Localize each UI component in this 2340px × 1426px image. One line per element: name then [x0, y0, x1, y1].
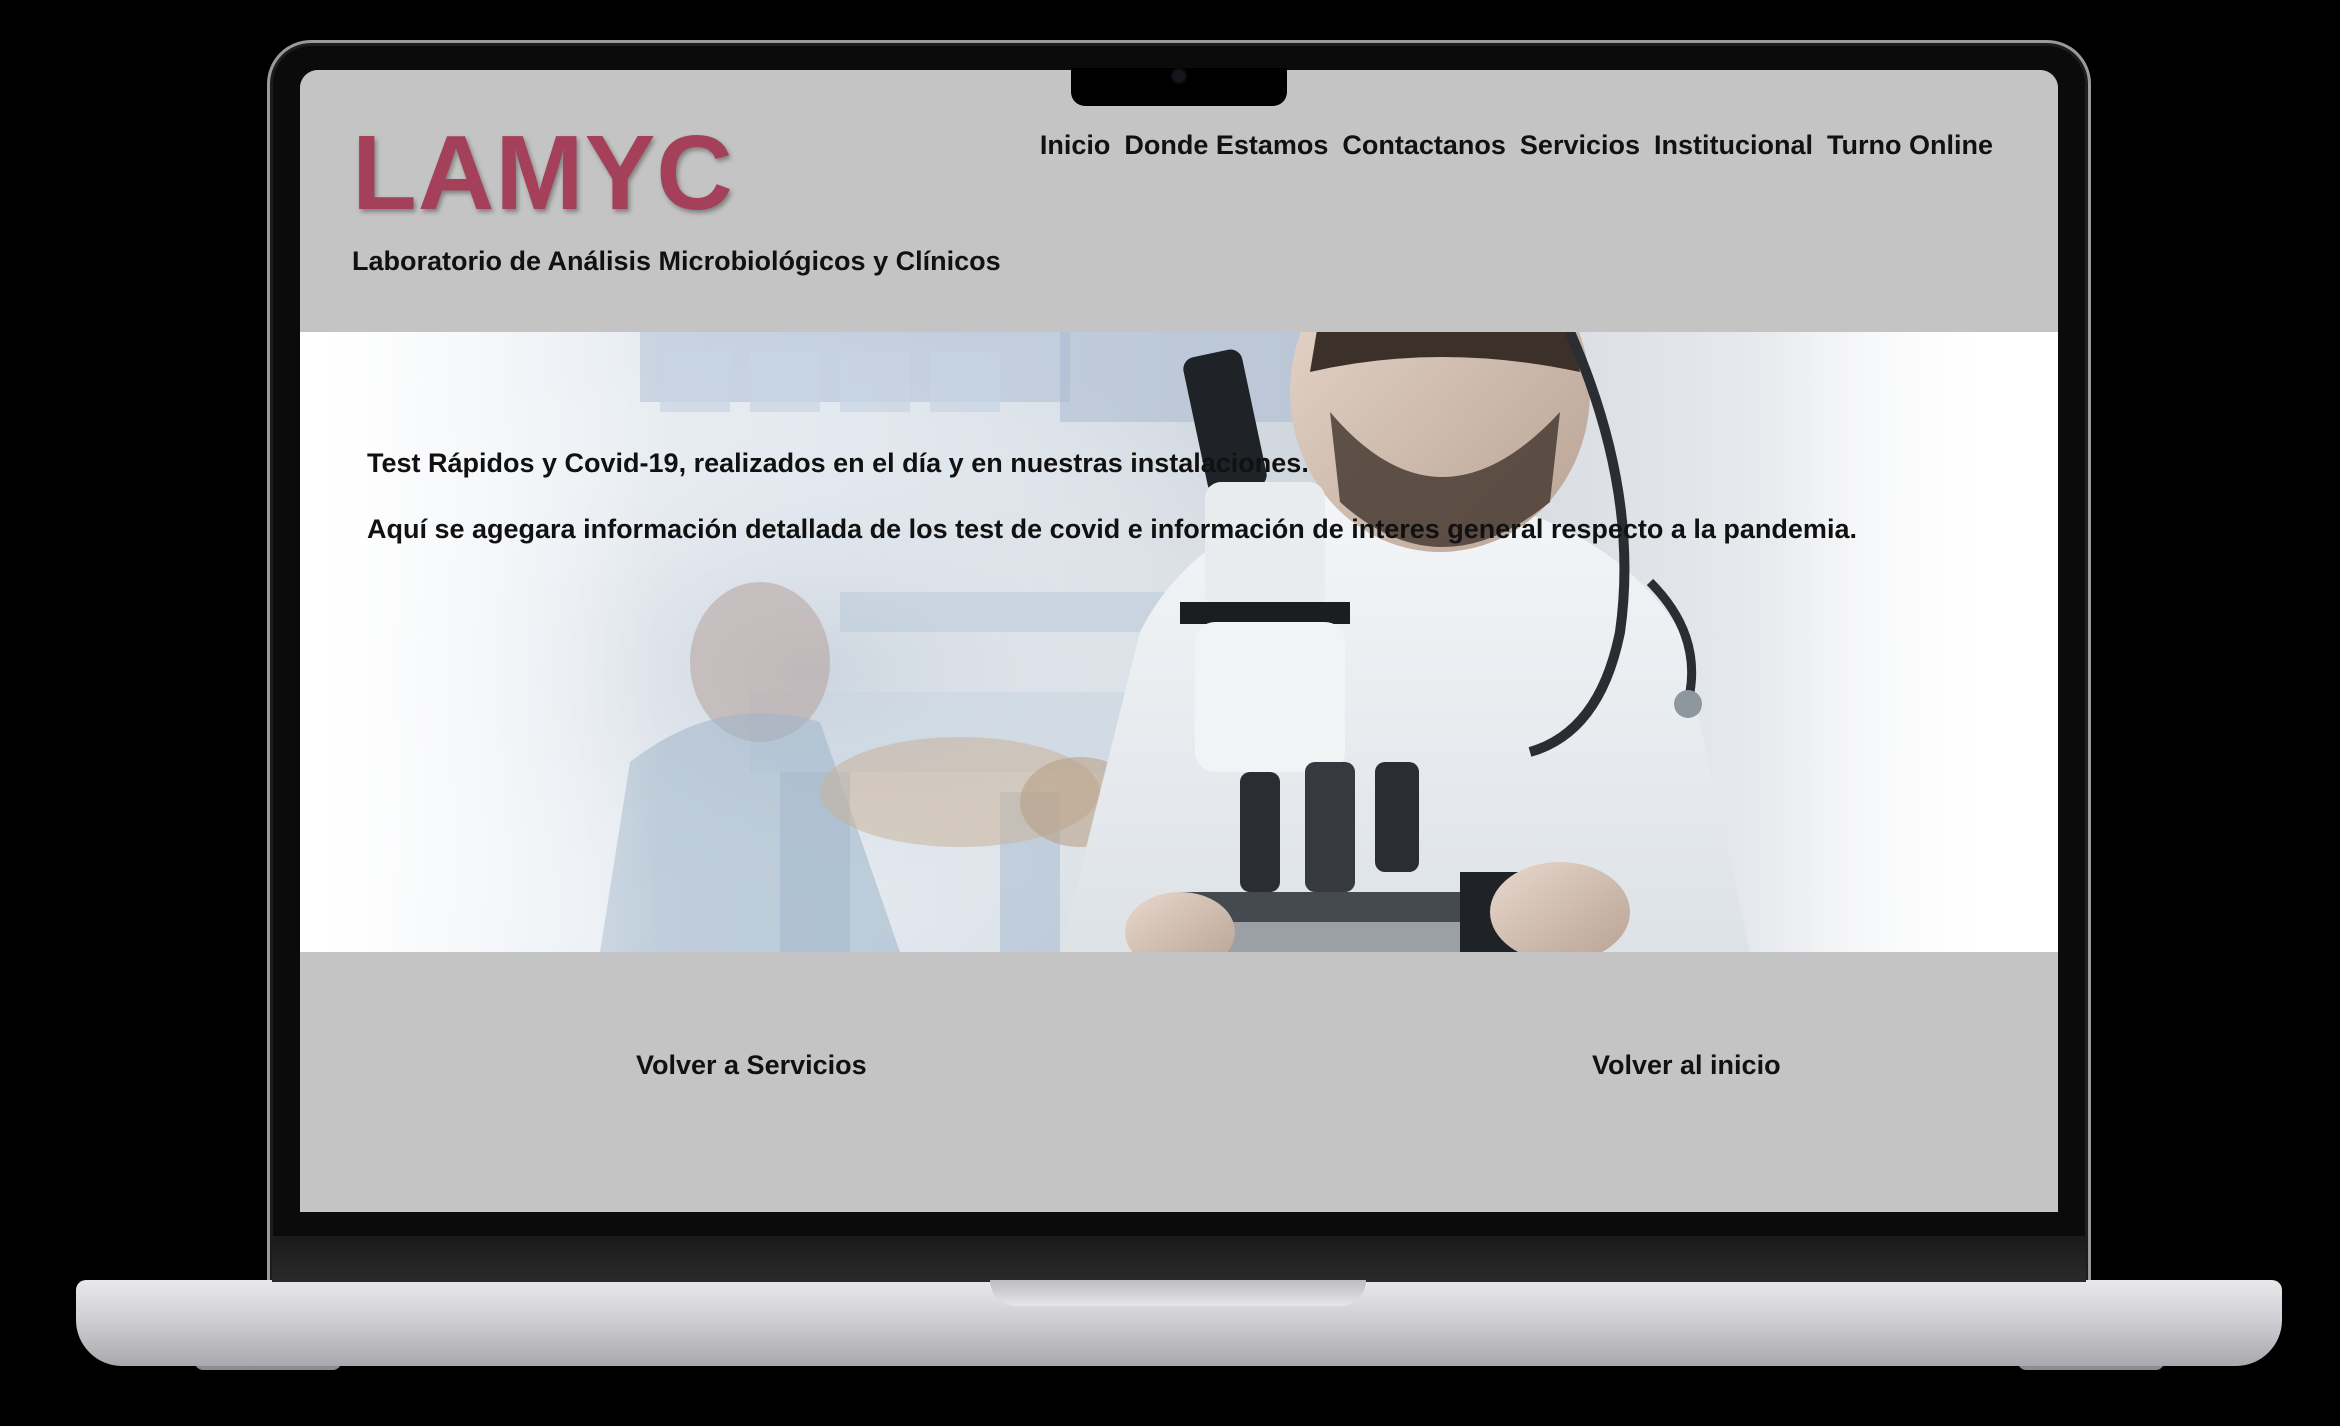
- laboratory-microscope-photo: [300, 332, 2058, 952]
- nav-item-turno-online[interactable]: Turno Online: [1827, 130, 1993, 161]
- hero-headline: Test Rápidos y Covid-19, realizados en e…: [367, 448, 1309, 478]
- nav-item-donde-estamos[interactable]: Donde Estamos: [1124, 130, 1328, 161]
- hero-description: Aquí se agegara información detallada de…: [367, 514, 1857, 544]
- laptop-screen: LAMYC Laboratorio de Análisis Microbioló…: [300, 70, 2058, 1212]
- nav-item-inicio[interactable]: Inicio: [1040, 130, 1111, 161]
- main-nav: Inicio Donde Estamos Contactanos Servici…: [1040, 130, 1993, 161]
- laptop-bezel-bottom: [272, 1236, 2086, 1282]
- site-tagline: Laboratorio de Análisis Microbiológicos …: [352, 246, 1001, 276]
- nav-item-institucional[interactable]: Institucional: [1654, 130, 1813, 161]
- back-to-home-link[interactable]: Volver al inicio: [1592, 1050, 1781, 1081]
- site-logo[interactable]: LAMYC: [352, 110, 734, 237]
- site-header: LAMYC Laboratorio de Análisis Microbioló…: [300, 70, 2058, 332]
- back-to-services-link[interactable]: Volver a Servicios: [636, 1050, 867, 1081]
- camera-icon: [1173, 70, 1185, 82]
- hero-section: Test Rápidos y Covid-19, realizados en e…: [300, 332, 2058, 952]
- laptop-mockup: LAMYC Laboratorio de Análisis Microbioló…: [0, 0, 2340, 1426]
- nav-item-contactanos[interactable]: Contactanos: [1342, 130, 1506, 161]
- site-footer: Volver a Servicios Volver al inicio: [300, 952, 2058, 1212]
- laptop-base-groove: [990, 1280, 1366, 1306]
- nav-item-servicios[interactable]: Servicios: [1520, 130, 1640, 161]
